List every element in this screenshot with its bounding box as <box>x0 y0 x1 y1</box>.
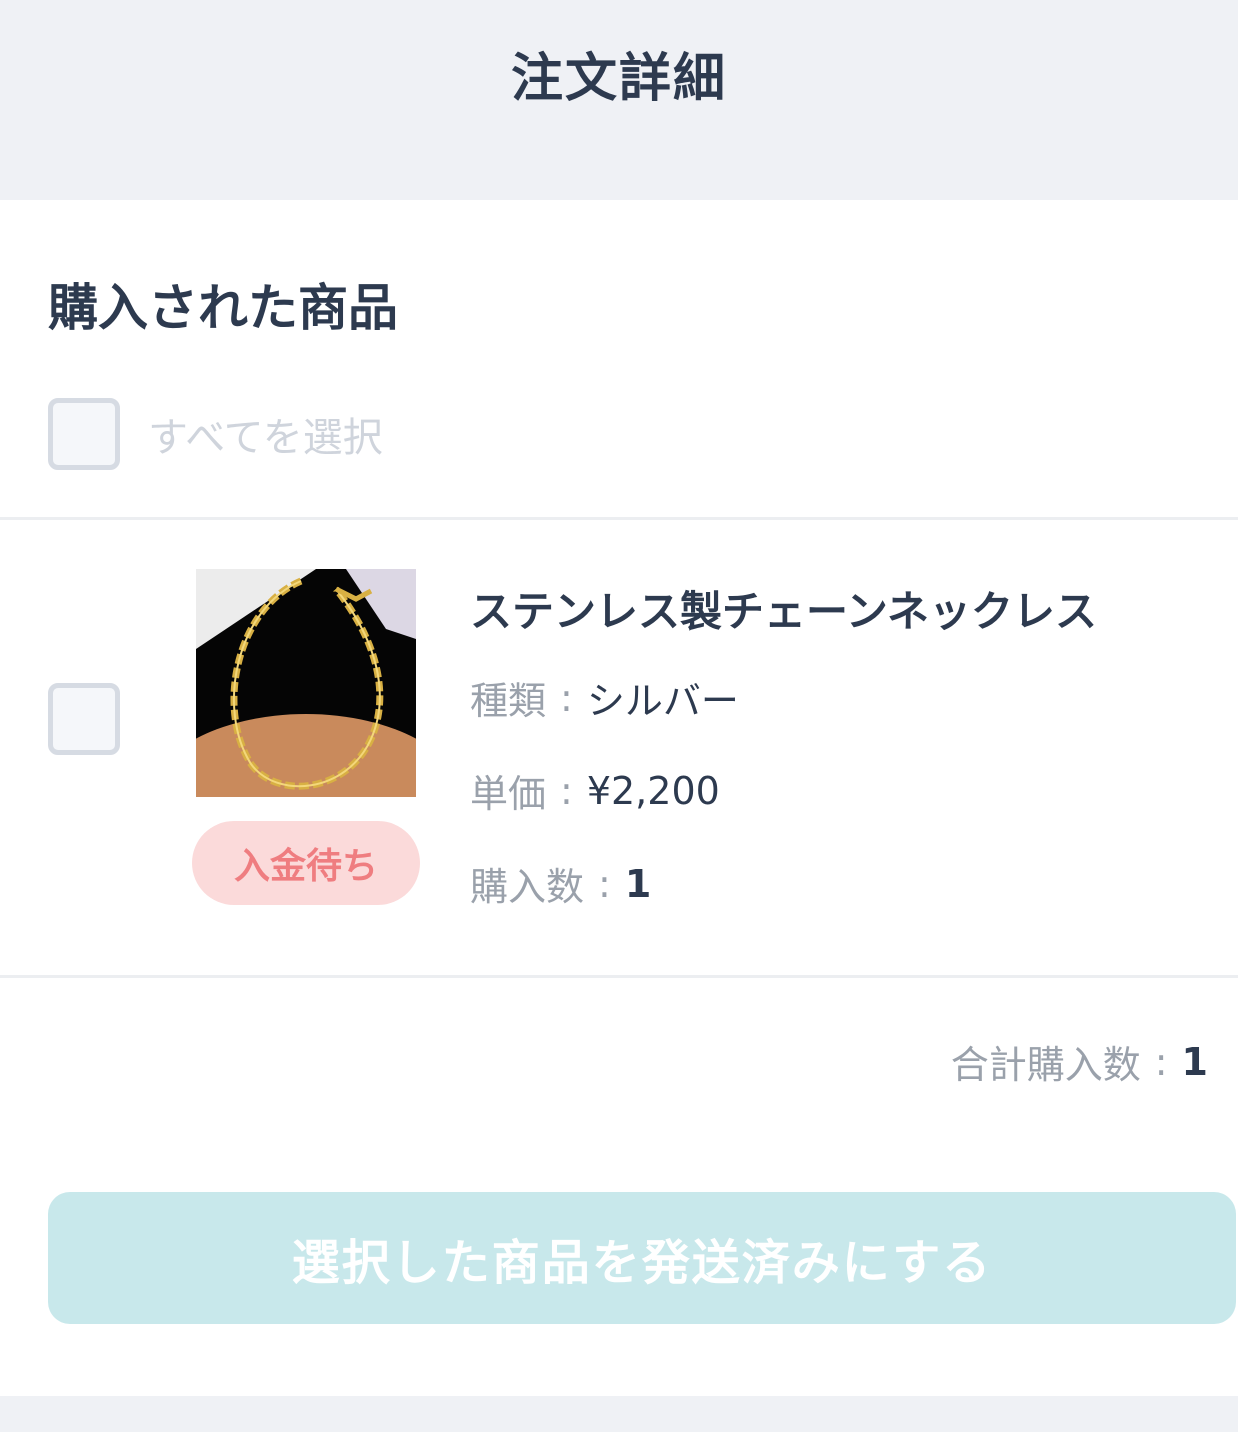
mark-shipped-button[interactable]: 選択した商品を発送済みにする <box>48 1192 1236 1324</box>
status-badge: 入金待ち <box>192 821 420 905</box>
total-label: 合計購入数 <box>950 1043 1141 1087</box>
section-title: 購入された商品 <box>48 279 398 337</box>
product-type: 種類 : シルバー <box>470 670 739 725</box>
product-quantity: 購入数 : 1 <box>470 856 651 911</box>
necklace-photo-icon <box>196 569 416 797</box>
total-quantity: 合計購入数 : 1 <box>951 1034 1208 1089</box>
select-all-label: すべてを選択 <box>148 415 383 461</box>
price-label: 単価 <box>470 772 547 816</box>
page-header: 注文詳細 <box>0 0 1238 198</box>
quantity-label: 購入数 <box>470 865 585 909</box>
price-separator: : <box>560 768 573 813</box>
quantity-separator: : <box>598 861 611 906</box>
quantity-value: 1 <box>624 861 652 906</box>
item-checkbox[interactable] <box>48 683 120 755</box>
product-name: ステンレス製チェーンネックレス <box>470 587 1098 636</box>
product-price: 単価 : ¥2,200 <box>470 763 720 818</box>
type-separator: : <box>560 675 573 720</box>
select-all-checkbox[interactable] <box>48 398 120 470</box>
price-value: ¥2,200 <box>586 768 720 813</box>
page-title: 注文詳細 <box>510 49 727 109</box>
select-all-row[interactable]: すべてを選択 <box>48 398 383 470</box>
total-value: 1 <box>1181 1039 1208 1084</box>
total-separator: : <box>1154 1039 1168 1084</box>
divider <box>0 517 1238 520</box>
type-label: 種類 <box>470 679 547 723</box>
type-value: シルバー <box>586 679 739 723</box>
divider <box>0 975 1238 978</box>
